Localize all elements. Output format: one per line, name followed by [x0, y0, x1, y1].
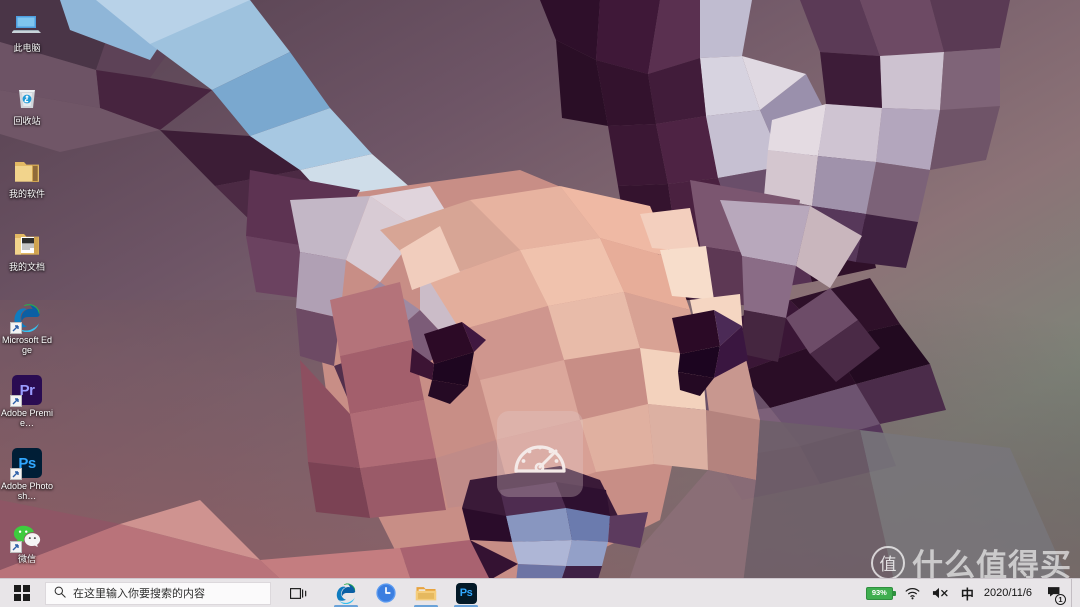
folder-documents-icon	[11, 228, 43, 260]
clock-app-icon	[376, 583, 396, 603]
desktop-icon-column: 此电脑 回收站 我的软件 我的文档 Microsoft Edge Pr Adob…	[0, 4, 54, 588]
wifi-icon	[905, 587, 920, 599]
task-view-button[interactable]	[279, 579, 319, 607]
search-input[interactable]: 在这里输入你要搜索的内容	[45, 581, 271, 605]
shortcut-overlay-icon	[10, 468, 22, 480]
recycle-bin-icon	[11, 82, 43, 114]
speedometer-icon	[514, 445, 566, 473]
speaker-mute-icon	[932, 587, 948, 599]
clock-button[interactable]: 2020/11/6	[980, 579, 1039, 607]
desktop-icon-my-documents[interactable]: 我的文档	[0, 223, 54, 296]
shortcut-overlay-icon	[10, 322, 22, 334]
taskbar-app-file-explorer[interactable]	[407, 579, 445, 607]
notification-count: 1	[1055, 593, 1066, 605]
desktop-icon-label: Adobe Photosh…	[0, 481, 54, 501]
network-button[interactable]	[899, 579, 926, 607]
action-center-button[interactable]: 1	[1039, 579, 1071, 607]
folder-icon	[11, 155, 43, 187]
windows-logo-icon	[14, 585, 30, 601]
desktop-icon-label: 我的软件	[8, 189, 45, 199]
desktop-icon-label: 回收站	[13, 116, 41, 126]
adobe-premiere-icon: Pr	[10, 374, 43, 407]
desktop-icon-adobe-premiere[interactable]: Pr Adobe Premie…	[0, 369, 54, 442]
taskbar-pinned-apps: Ps	[327, 579, 485, 607]
this-pc-icon	[11, 9, 43, 41]
wechat-icon	[10, 520, 43, 553]
clock-date: 2020/11/6	[983, 587, 1032, 599]
desktop-icon-recycle-bin[interactable]: 回收站	[0, 77, 54, 150]
microsoft-edge-icon	[336, 583, 356, 604]
search-icon	[54, 586, 66, 601]
search-placeholder: 在这里输入你要搜索的内容	[73, 588, 205, 600]
battery-icon: 93%	[865, 586, 896, 600]
taskbar[interactable]: 在这里输入你要搜索的内容 Ps 93% 中 2020/11/6 1	[0, 578, 1080, 607]
shortcut-overlay-icon	[10, 395, 22, 407]
file-explorer-icon	[415, 587, 437, 601]
taskbar-app-clock[interactable]	[367, 579, 405, 607]
volume-button[interactable]	[926, 579, 955, 607]
show-desktop-button[interactable]	[1071, 578, 1078, 607]
battery-percent: 93%	[871, 588, 887, 598]
battery-status-button[interactable]: 93%	[860, 579, 899, 607]
desktop-icon-label: Microsoft Edge	[1, 335, 52, 355]
adobe-photoshop-icon: Ps	[10, 447, 43, 480]
desktop-icon-my-software[interactable]: 我的软件	[0, 150, 54, 223]
desktop-icon-label: 我的文档	[8, 262, 45, 272]
taskbar-app-photoshop[interactable]: Ps	[447, 579, 485, 607]
ime-indicator[interactable]: 中	[955, 584, 980, 603]
shortcut-overlay-icon	[10, 541, 22, 553]
start-button[interactable]	[0, 579, 44, 607]
microsoft-edge-icon	[10, 301, 43, 334]
desktop-icon-label: 此电脑	[13, 43, 41, 53]
speedometer-overlay[interactable]	[497, 411, 583, 497]
task-view-icon	[290, 587, 307, 599]
taskbar-app-microsoft-edge[interactable]	[327, 579, 365, 607]
photoshop-tile: Ps	[455, 582, 477, 604]
desktop-icon-label: 微信	[17, 554, 36, 564]
wallpaper-lowpoly-deer	[0, 0, 1080, 607]
system-tray: 93% 中 2020/11/6 1	[860, 578, 1080, 607]
desktop-icon-adobe-photoshop[interactable]: Ps Adobe Photosh…	[0, 442, 54, 515]
desktop[interactable]: 此电脑 回收站 我的软件 我的文档 Microsoft Edge Pr Adob…	[0, 0, 1080, 607]
desktop-icon-microsoft-edge[interactable]: Microsoft Edge	[0, 296, 54, 369]
desktop-icon-this-pc[interactable]: 此电脑	[0, 4, 54, 77]
desktop-icon-label: Adobe Premie…	[0, 408, 54, 428]
